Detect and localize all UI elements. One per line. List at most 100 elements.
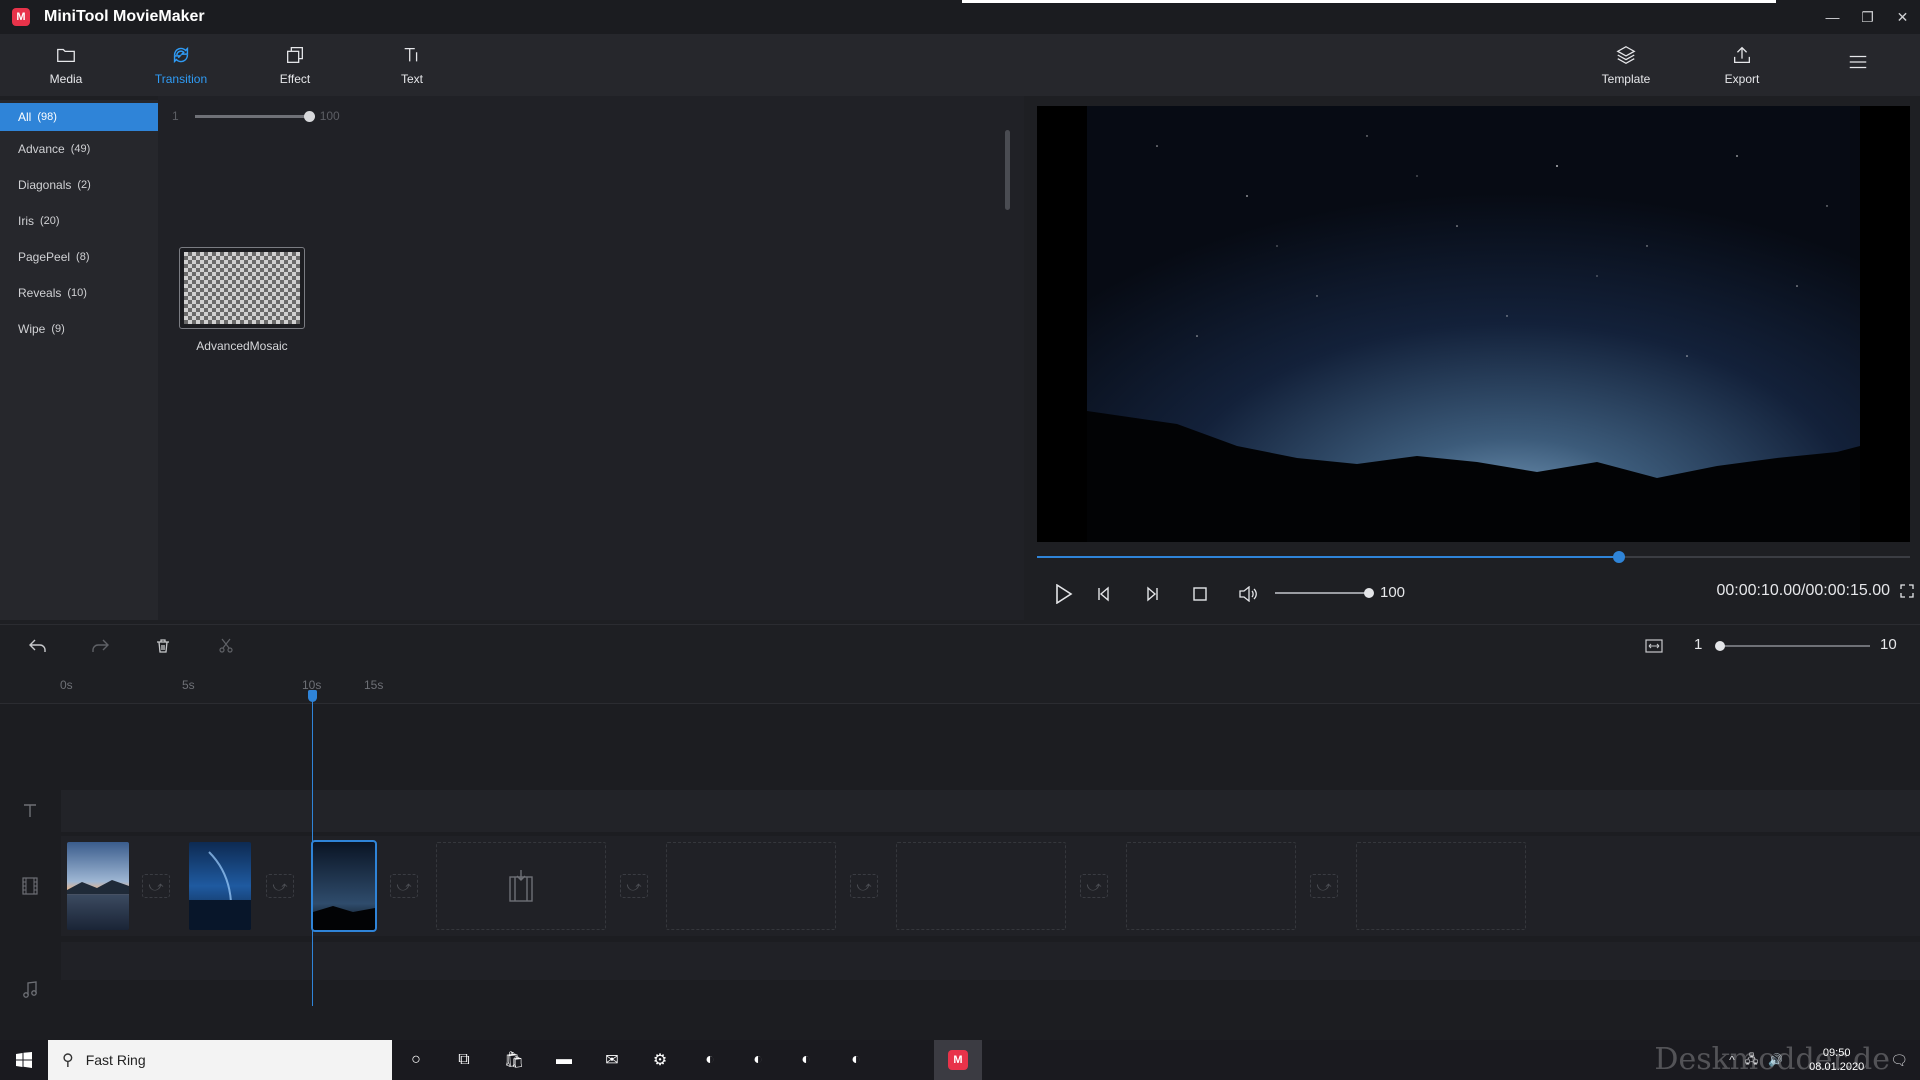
app-window: M MiniTool MovieMaker — ❐ ✕ Media Transi… xyxy=(0,0,1920,1040)
transition-category-list: All (98) Advance (49) Diagonals (2) Iris (20… xyxy=(0,100,158,620)
category-count: (49) xyxy=(70,143,91,155)
category-diagonals[interactable]: Diagonals (2) xyxy=(0,167,158,203)
moviemaker-logo-icon: M xyxy=(948,1050,968,1070)
category-all[interactable]: All (98) xyxy=(0,103,158,131)
task-view-icon[interactable]: ⧉ xyxy=(452,1048,476,1072)
transition-slot[interactable]: ⤻ xyxy=(142,874,170,898)
fullscreen-button[interactable] xyxy=(1900,584,1914,601)
text-tab[interactable]: Text xyxy=(372,34,452,96)
advancedmosaic-thumbnail xyxy=(179,247,305,329)
undo-icon xyxy=(29,639,46,652)
notification-center-icon[interactable]: 🗨 xyxy=(1890,1052,1908,1069)
transition-tab-label: Transition xyxy=(154,72,208,86)
redo-button[interactable] xyxy=(88,634,112,658)
store-icon[interactable]: 🛍 xyxy=(502,1048,526,1072)
next-frame-button[interactable] xyxy=(1140,582,1164,606)
moviemaker-taskbar-icon[interactable]: M xyxy=(946,1048,970,1072)
category-wipe[interactable]: Wipe (9) xyxy=(0,311,158,347)
volume-button[interactable] xyxy=(1236,582,1260,606)
template-button[interactable]: Template xyxy=(1586,34,1666,96)
thumbnail-size-slider[interactable]: 1 100 xyxy=(172,106,340,126)
transition-slot[interactable]: ⤻ xyxy=(1310,874,1338,898)
category-count: (8) xyxy=(76,251,90,263)
previous-frame-button[interactable] xyxy=(1092,582,1116,606)
minimize-button[interactable]: — xyxy=(1815,0,1850,34)
category-count: (20) xyxy=(40,215,60,227)
taskbar-search[interactable]: ⚲ Fast Ring xyxy=(48,1040,392,1080)
size-slider-handle[interactable] xyxy=(303,110,315,122)
clip-lake-sunset[interactable] xyxy=(67,842,129,930)
edge-beta-icon[interactable]: ◐ xyxy=(746,1048,770,1072)
template-button-label: Template xyxy=(1601,72,1651,86)
playhead[interactable] xyxy=(312,696,313,1006)
clip-starry-sky[interactable] xyxy=(311,840,377,932)
export-icon xyxy=(1734,46,1750,63)
hamburger-icon xyxy=(1849,55,1867,69)
category-advance[interactable]: Advance (49) xyxy=(0,131,158,167)
add-media-icon xyxy=(509,870,533,902)
delete-button[interactable] xyxy=(151,634,175,658)
layers-icon xyxy=(1616,46,1636,64)
play-button[interactable] xyxy=(1052,582,1076,606)
zoom-handle[interactable] xyxy=(1715,641,1725,651)
step-forward-icon xyxy=(1147,586,1158,602)
split-button[interactable] xyxy=(214,634,238,658)
transition-slot[interactable]: ⤻ xyxy=(850,874,878,898)
timeline-toolbar: 1 10 xyxy=(0,624,1920,666)
start-button[interactable] xyxy=(0,1040,48,1080)
restore-button[interactable]: ❐ xyxy=(1850,0,1885,34)
media-tab[interactable]: Media xyxy=(26,34,106,96)
preview-panel: 100 00:00:10.00/00:00:15.00 xyxy=(1028,96,1920,620)
export-button[interactable]: Export xyxy=(1702,34,1782,96)
empty-clip-slot[interactable] xyxy=(666,842,836,930)
title-bar: M MiniTool MovieMaker — ❐ ✕ xyxy=(0,0,1920,34)
transition-slot[interactable]: ⤻ xyxy=(620,874,648,898)
menu-button[interactable] xyxy=(1818,34,1898,96)
playback-progress-bar[interactable] xyxy=(1037,551,1910,563)
transition-slot[interactable]: ⤻ xyxy=(266,874,294,898)
settings-icon[interactable]: ⚙ xyxy=(648,1048,672,1072)
size-slider-track[interactable] xyxy=(194,110,315,122)
volume-slider[interactable] xyxy=(1275,588,1374,598)
transition-tile[interactable]: AdvancedMosaic xyxy=(179,247,305,353)
music-track-icon xyxy=(0,940,60,1040)
empty-clip-slot[interactable] xyxy=(896,842,1066,930)
category-count: (10) xyxy=(67,287,87,299)
cortana-icon[interactable]: ○ xyxy=(404,1048,428,1072)
transition-slot[interactable]: ⤻ xyxy=(1080,874,1108,898)
progress-handle[interactable] xyxy=(1613,551,1626,563)
video-track-icon xyxy=(0,842,60,930)
clip-night-lake[interactable] xyxy=(189,842,251,930)
audio-track[interactable] xyxy=(61,942,1920,980)
timeline-zoom-slider[interactable] xyxy=(1715,641,1870,651)
tick-label: 0s xyxy=(60,678,73,692)
edge-icon[interactable]: ◐ xyxy=(698,1048,722,1072)
edge-canary-icon[interactable]: ◐ xyxy=(844,1048,868,1072)
file-explorer-icon[interactable]: ▬ xyxy=(552,1048,576,1072)
transition-tab[interactable]: Transition xyxy=(141,34,221,96)
stop-button[interactable] xyxy=(1188,582,1212,606)
empty-clip-slot[interactable] xyxy=(436,842,606,930)
effect-tab[interactable]: Effect xyxy=(255,34,335,96)
category-reveals[interactable]: Reveals (10) xyxy=(0,275,158,311)
empty-clip-slot[interactable] xyxy=(1356,842,1526,930)
category-name: Diagonals xyxy=(18,178,72,192)
undo-button[interactable] xyxy=(26,634,50,658)
edge-dev-icon[interactable]: ◐ xyxy=(794,1048,818,1072)
media-tab-label: Media xyxy=(49,72,83,86)
video-preview xyxy=(1037,106,1910,542)
time-ruler[interactable]: 0s 5s 10s 15s xyxy=(0,666,1920,704)
text-track[interactable] xyxy=(61,790,1920,832)
close-button[interactable]: ✕ xyxy=(1885,0,1920,34)
category-count: (9) xyxy=(51,323,65,335)
category-iris[interactable]: Iris (20) xyxy=(0,203,158,239)
size-max-label: 100 xyxy=(319,109,340,123)
volume-handle[interactable] xyxy=(1364,588,1374,598)
fit-timeline-button[interactable] xyxy=(1642,634,1666,658)
mail-icon[interactable]: ✉ xyxy=(600,1048,624,1072)
empty-clip-slot[interactable] xyxy=(1126,842,1296,930)
transition-slot[interactable]: ⤻ xyxy=(390,874,418,898)
category-pagepeel[interactable]: PagePeel (8) xyxy=(0,239,158,275)
export-button-label: Export xyxy=(1724,72,1760,86)
category-count: (2) xyxy=(77,179,91,191)
